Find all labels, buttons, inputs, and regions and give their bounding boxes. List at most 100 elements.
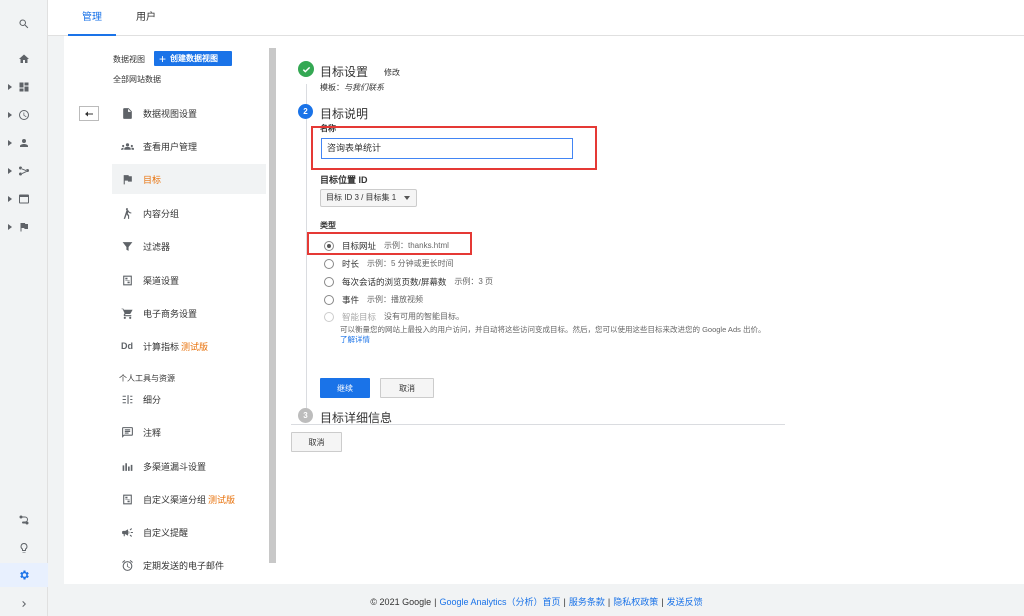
sidebar-item-label: 电子商务设置 — [143, 308, 198, 319]
check-circle-icon — [298, 61, 314, 77]
radio-button[interactable] — [324, 276, 334, 287]
sidebar-item-calculated-metrics[interactable]: Dd 计算指标 测试版 — [114, 331, 264, 361]
view-column-label: 数据视图 — [113, 55, 145, 64]
type-option-event[interactable]: 事件 示例：播放视频 — [324, 293, 423, 306]
smart-goal-note-text: 可以衡量您的网站上最投入的用户访问，并自动将这些访问变成目标。然后，您可以使用这… — [340, 325, 766, 334]
display-icon[interactable] — [0, 187, 48, 211]
goal-name-input[interactable]: 咨询表单统计 — [321, 138, 573, 159]
person-icon[interactable] — [0, 131, 48, 155]
chevron-right-icon[interactable] — [0, 592, 48, 616]
alarm-icon — [119, 557, 135, 573]
flag-icon[interactable] — [0, 215, 48, 239]
lightbulb-icon[interactable] — [0, 536, 48, 560]
content-group-icon — [119, 205, 135, 221]
sidebar-item-label: 目标 — [143, 174, 162, 185]
cart-icon — [119, 305, 135, 321]
sidebar-item-mcf-settings[interactable]: 多渠道漏斗设置 — [114, 451, 264, 481]
learn-more-link[interactable]: 了解详情 — [340, 335, 370, 344]
step-title-goal-description: 目标说明 — [320, 107, 369, 121]
type-option-example: 示例：thanks.html — [384, 241, 449, 250]
segment-icon — [119, 391, 135, 407]
step-number-badge: 2 — [298, 104, 313, 119]
sidebar-item-view-settings[interactable]: 数据视图设置 — [114, 98, 264, 128]
channel-group-icon — [119, 491, 135, 507]
sidebar-item-label: 过滤器 — [143, 241, 171, 252]
sidebar-item-custom-channel-grouping[interactable]: 自定义渠道分组 测试版 — [114, 484, 264, 514]
tab-admin[interactable]: 管理 — [68, 0, 116, 36]
analytics-home-link[interactable]: Google Analytics（分析）首页 — [439, 597, 560, 607]
template-line: 模板：与我们联系 — [320, 82, 384, 93]
goal-location-select[interactable]: 目标 ID 3 / 目标集 1 — [320, 189, 417, 207]
sidebar-item-custom-alerts[interactable]: 自定义提醒 — [114, 517, 264, 547]
clock-icon[interactable] — [0, 103, 48, 127]
feedback-link[interactable]: 发送反馈 — [667, 597, 703, 607]
divider — [291, 424, 785, 425]
type-option-example: 示例：播放视频 — [367, 295, 424, 304]
sidebar-item-label: 数据视图设置 — [143, 108, 198, 119]
cancel-all-button[interactable]: 取消 — [291, 432, 342, 452]
home-icon[interactable] — [0, 47, 48, 71]
radio-button[interactable] — [324, 240, 334, 251]
radio-button[interactable] — [324, 294, 334, 305]
step-connector — [306, 84, 307, 414]
sidebar-item-label: 自定义提醒 — [143, 527, 189, 538]
type-option-duration[interactable]: 时长 示例：5 分钟或更长时间 — [324, 257, 454, 270]
type-option-label: 目标网址 — [342, 240, 377, 251]
type-option-label: 时长 — [342, 258, 360, 269]
top-tab-bar: 管理 用户 — [48, 0, 1024, 36]
sidebar-item-goals[interactable]: 目标 — [112, 164, 266, 194]
sidebar-item-content-grouping[interactable]: 内容分组 — [114, 198, 264, 228]
plus-icon: + — [159, 51, 167, 66]
cancel-step-button[interactable]: 取消 — [380, 378, 434, 398]
type-option-pages-per-session[interactable]: 每次会话的浏览页数/屏幕数 示例：3 页 — [324, 275, 493, 288]
sidebar-item-scheduled-emails[interactable]: 定期发送的电子邮件 — [114, 550, 264, 580]
sidebar-item-filters[interactable]: 过滤器 — [114, 231, 264, 261]
smart-goal-note: 可以衡量您的网站上最投入的用户访问，并自动将这些访问变成目标。然后，您可以使用这… — [340, 325, 770, 345]
sidebar-scrollbar[interactable] — [269, 48, 276, 563]
sidebar-item-label: 定期发送的电子邮件 — [143, 560, 225, 571]
radio-button — [324, 311, 334, 322]
sidebar-item-label: 自定义渠道分组 — [143, 494, 207, 505]
copyright: © 2021 Google — [370, 597, 432, 607]
type-option-label: 智能目标 — [342, 311, 377, 322]
beta-badge: 测试版 — [208, 494, 236, 505]
dd-icon: Dd — [121, 341, 133, 351]
edit-link[interactable]: 修改 — [384, 67, 400, 78]
type-option-example: 示例：5 分钟或更长时间 — [367, 259, 454, 268]
create-view-button[interactable]: + 创建数据视图 — [154, 51, 232, 66]
radio-button[interactable] — [324, 258, 334, 269]
sidebar-item-segments[interactable]: 细分 — [114, 384, 264, 414]
attribution-icon[interactable] — [0, 508, 48, 532]
sidebar-item-user-management[interactable]: 查看用户管理 — [114, 131, 264, 161]
goal-setup-panel: 目标设置 修改 模板：与我们联系 2 目标说明 名称 咨询表单统计 目标位置 I… — [278, 36, 1024, 584]
sidebar-item-annotations[interactable]: 注释 — [114, 417, 264, 447]
bar-chart-icon — [119, 458, 135, 474]
flow-icon[interactable] — [0, 159, 48, 183]
megaphone-icon — [119, 524, 135, 540]
tab-user[interactable]: 用户 — [122, 0, 170, 36]
terms-link[interactable]: 服务条款 — [569, 597, 605, 607]
dashboard-icon[interactable] — [0, 75, 48, 99]
sidebar-item-label: 查看用户管理 — [143, 141, 198, 152]
people-icon — [119, 138, 135, 154]
type-option-label: 事件 — [342, 294, 360, 305]
settings-icon[interactable] — [0, 563, 48, 587]
search-icon[interactable] — [0, 12, 48, 36]
comment-icon — [119, 424, 135, 440]
continue-button[interactable]: 继续 — [320, 378, 370, 398]
beta-badge: 测试版 — [181, 341, 209, 352]
sidebar-item-ecommerce[interactable]: 电子商务设置 — [114, 298, 264, 328]
channel-icon — [119, 272, 135, 288]
back-button[interactable] — [79, 106, 99, 121]
type-option-destination[interactable]: 目标网址 示例：thanks.html — [324, 239, 449, 252]
type-option-example: 示例：3 页 — [454, 277, 494, 286]
admin-side-panel: 数据视图 + 创建数据视图 全部网站数据 数据视图设置 查看用户管理 目标 内容… — [64, 36, 278, 584]
sidebar-item-label: 注释 — [143, 427, 162, 438]
goal-location-value: 目标 ID 3 / 目标集 1 — [326, 193, 397, 202]
sidebar-item-channel-settings[interactable]: 渠道设置 — [114, 265, 264, 295]
type-label: 类型 — [320, 221, 336, 230]
view-selector[interactable]: 全部网站数据 — [113, 74, 161, 85]
sidebar-item-label: 计算指标 — [143, 341, 180, 352]
privacy-link[interactable]: 隐私权政策 — [613, 597, 658, 607]
step-title-goal-setup: 目标设置 — [320, 65, 369, 79]
